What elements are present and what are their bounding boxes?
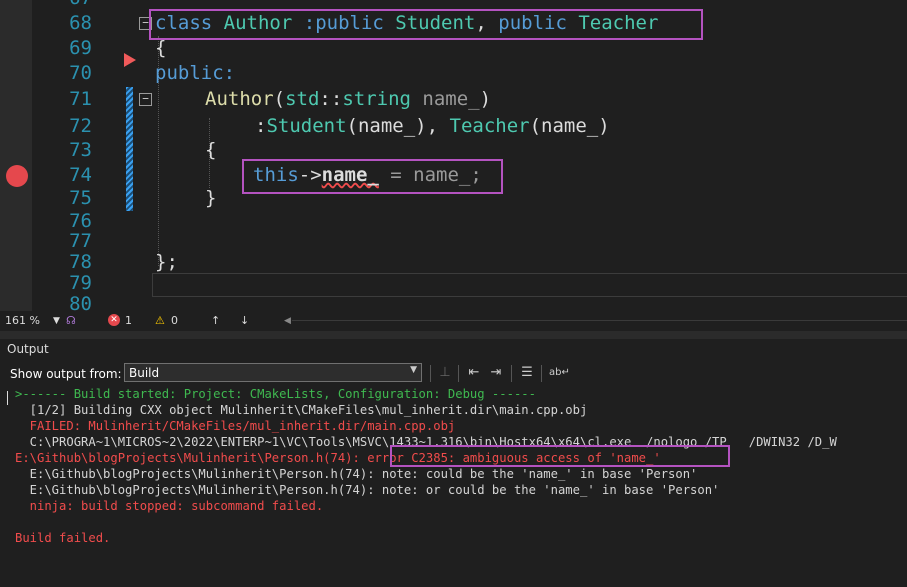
warning-count[interactable]: 0: [171, 314, 178, 327]
code-line-70[interactable]: public:: [155, 61, 235, 86]
assignment-rest: = name_;: [378, 164, 482, 186]
type-name: string: [342, 88, 411, 110]
collapse-icon[interactable]: −: [139, 93, 152, 106]
change-tracking-bar: [126, 87, 133, 211]
line-number: 74: [69, 164, 92, 186]
chevron-down-icon: ▼: [410, 365, 417, 375]
base-class: Teacher: [578, 12, 659, 34]
error-highlight: [390, 445, 730, 467]
output-source-value: Build: [129, 366, 160, 380]
namespace: std: [285, 88, 320, 110]
keyword: this: [253, 164, 299, 186]
bookmark-arrow-icon: [124, 53, 136, 67]
line-number: 72: [69, 115, 92, 137]
code-line-75[interactable]: }: [205, 186, 216, 211]
previous-message-icon[interactable]: ⇤: [466, 365, 482, 381]
line-number: 68: [69, 12, 92, 34]
init-args: (name_),: [346, 115, 439, 137]
class-name: Author: [223, 12, 293, 34]
output-line: E:\Github\blogProjects\Mulinherit\Person…: [15, 483, 720, 497]
code-line-72[interactable]: :Student(name_), Teacher(name_): [255, 114, 610, 139]
parameter: name_: [422, 88, 480, 110]
code-line-78[interactable]: };: [155, 250, 178, 275]
brace: };: [155, 251, 178, 273]
line-number: 71: [69, 88, 92, 110]
punctuation: ->: [298, 164, 322, 186]
show-output-label: Show output from:: [10, 367, 122, 381]
brace: {: [205, 139, 217, 161]
output-text[interactable]: >------ Build started: Project: CMakeLis…: [0, 387, 907, 587]
zoom-level[interactable]: 161 %: [5, 314, 40, 327]
zoom-dropdown-icon[interactable]: ▼: [53, 316, 60, 326]
health-icon[interactable]: ☊: [66, 314, 76, 327]
toolbar-separator: [511, 365, 512, 382]
init-args: (name_): [529, 115, 610, 137]
warning-icon[interactable]: ⚠: [155, 314, 165, 327]
find-message-icon[interactable]: ⊥: [437, 365, 453, 381]
next-message-icon[interactable]: ⇥: [488, 365, 504, 381]
line-number: 73: [69, 139, 92, 161]
code-editor[interactable]: 67 68 69 70 71 72 73 74 75 76 77 78 79 8…: [0, 0, 907, 311]
toolbar-separator: [458, 365, 459, 382]
line-number: 80: [69, 293, 92, 311]
punctuation: (: [273, 88, 286, 110]
output-line: Build failed.: [15, 531, 111, 545]
error-member[interactable]: name_: [322, 164, 379, 186]
brace: }: [205, 187, 217, 209]
line-number: 69: [69, 37, 92, 59]
code-line-68[interactable]: class Author :public Student, public Tea…: [155, 11, 658, 36]
panel-divider[interactable]: [0, 331, 907, 339]
line-number: 70: [69, 62, 92, 84]
breakpoint-margin[interactable]: [0, 0, 32, 311]
output-toolbar: Show output from: Build ▼ ⊥ ⇤ ⇥ ☰ ab↵: [0, 361, 907, 387]
base-class: Student: [266, 115, 347, 137]
toolbar-separator: [541, 365, 542, 382]
keyword: :public: [303, 12, 384, 34]
base-class: Teacher: [449, 115, 530, 137]
editor-status-bar: 161 % ▼ ☊ ✕ 1 ⚠ 0 ↑ ↓ ◀: [0, 311, 907, 331]
constructor-name: Author: [205, 88, 274, 110]
toolbar-separator: [430, 365, 431, 382]
output-line: >------ Build started: Project: CMakeLis…: [15, 387, 536, 401]
punctuation: ::: [319, 88, 343, 110]
code-line-69[interactable]: {: [155, 36, 166, 61]
code-line-71[interactable]: Author(std::string name_): [205, 87, 491, 112]
word-wrap-icon[interactable]: ab↵: [549, 365, 570, 381]
brace: {: [155, 37, 167, 59]
horizontal-scrollbar[interactable]: [292, 320, 907, 321]
access-specifier: public:: [155, 62, 236, 84]
base-class: Student: [395, 12, 476, 34]
output-line: E:\Github\blogProjects\Mulinherit\Person…: [15, 467, 698, 481]
output-line: ninja: build stopped: subcommand failed.: [15, 499, 324, 513]
scroll-left-icon[interactable]: ◀: [284, 316, 291, 326]
output-line: [1/2] Building CXX object Mulinherit\CMa…: [15, 403, 588, 417]
breakpoint-icon[interactable]: [6, 165, 28, 187]
up-arrow-icon[interactable]: ↑: [211, 314, 220, 327]
output-title: Output: [7, 342, 49, 356]
down-arrow-icon[interactable]: ↓: [240, 314, 249, 327]
code-line-74[interactable]: this->name_ = name_;: [253, 163, 482, 188]
output-panel: Output Show output from: Build ▼ ⊥ ⇤ ⇥ ☰…: [0, 339, 907, 587]
error-icon[interactable]: ✕: [108, 314, 120, 326]
line-number: 75: [69, 187, 92, 209]
keyword: public: [498, 12, 567, 34]
clear-all-icon[interactable]: ☰: [519, 365, 535, 381]
line-number: 67: [48, 0, 92, 11]
punctuation: ,: [475, 12, 487, 34]
text-cursor: [7, 391, 8, 405]
code-line-73[interactable]: {: [205, 138, 216, 163]
current-line-box: [152, 273, 907, 297]
output-line: FAILED: Mulinherit/CMakeFiles/mul_inheri…: [15, 419, 456, 433]
punctuation: :: [255, 115, 267, 137]
output-source-select[interactable]: Build ▼: [124, 363, 422, 382]
punctuation: ): [479, 88, 492, 110]
error-count[interactable]: 1: [125, 314, 132, 327]
keyword: class: [155, 12, 213, 34]
